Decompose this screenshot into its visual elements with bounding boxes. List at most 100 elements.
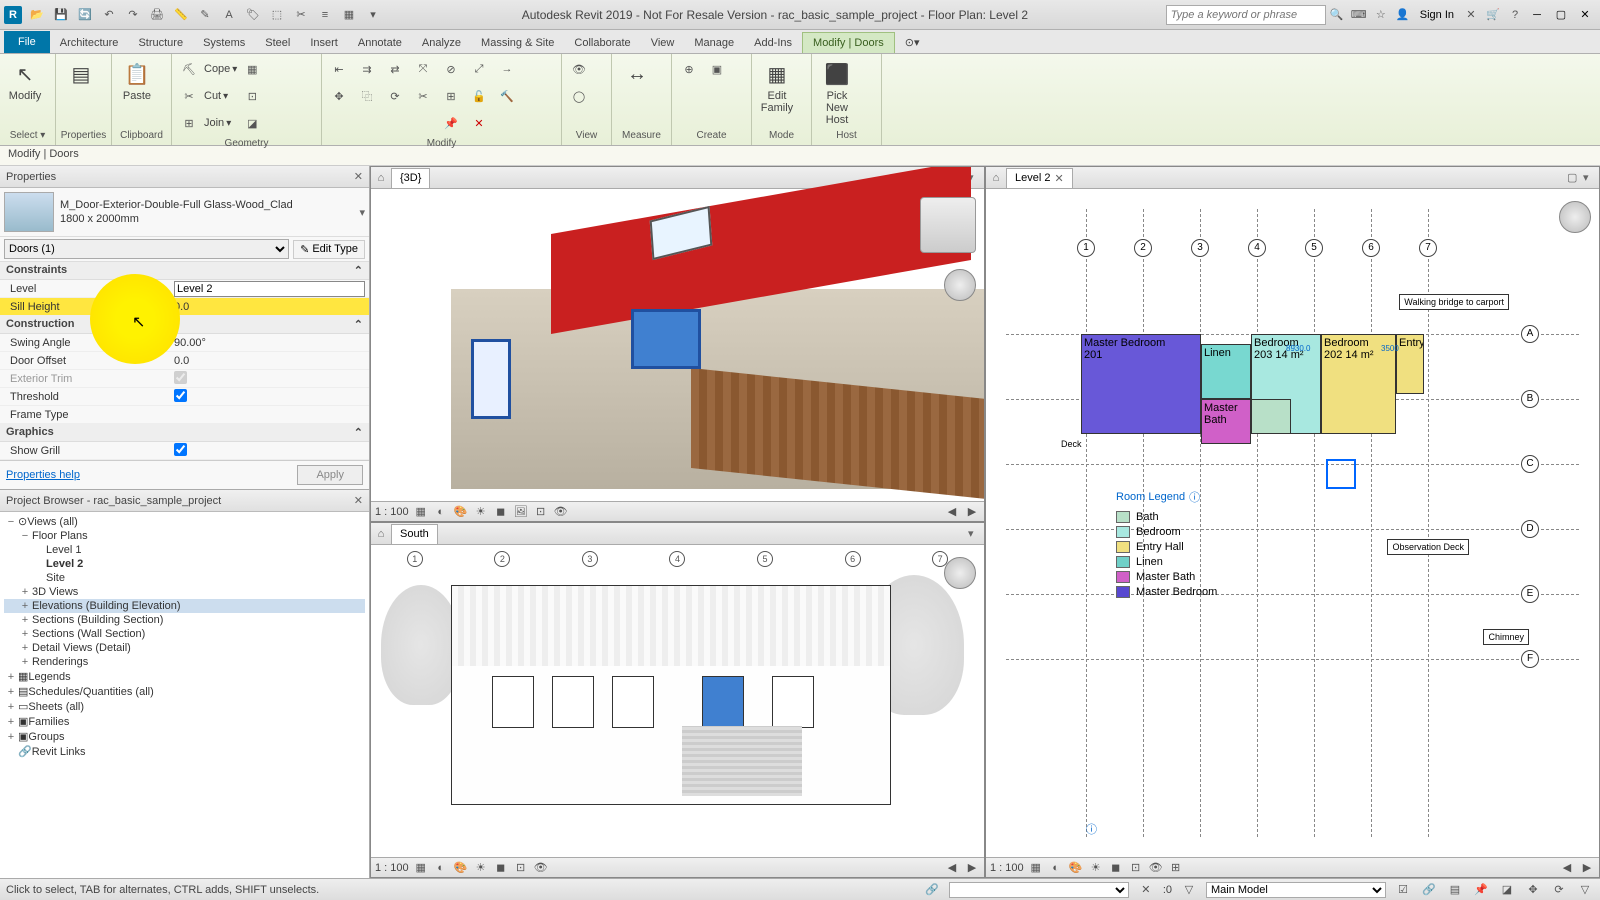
prop-sill-height[interactable]: Sill Height 0.0	[0, 298, 369, 316]
tab-addins[interactable]: Add-Ins	[744, 33, 802, 53]
split-face-icon[interactable]: ◪	[239, 110, 265, 136]
tab-collaborate[interactable]: Collaborate	[564, 33, 640, 53]
tree-families[interactable]: +▣ Families	[4, 714, 365, 729]
tag-icon[interactable]: 🏷	[242, 4, 264, 26]
grill-checkbox[interactable]	[174, 443, 187, 456]
room[interactable]: Linen	[1201, 344, 1251, 399]
cut-button[interactable]: ✂Cut ▾	[176, 83, 237, 109]
vs-visual-icon[interactable]: 🎨	[453, 504, 469, 520]
info-icon[interactable]: ⓘ	[1189, 489, 1200, 505]
selected-door[interactable]	[1326, 459, 1356, 489]
grid-bubble-D[interactable]: D	[1521, 520, 1539, 538]
undo-icon[interactable]: ↶	[98, 4, 120, 26]
vs-render-icon[interactable]: 🖼	[513, 504, 529, 520]
redo-icon[interactable]: ↷	[122, 4, 144, 26]
apply-button[interactable]: Apply	[297, 465, 363, 485]
tree-sections-b[interactable]: +Sections (Building Section)	[4, 613, 365, 627]
unpin-icon[interactable]: 🔓	[466, 83, 492, 109]
vs-hide-icon[interactable]: 👁	[553, 504, 569, 520]
3d-icon[interactable]: ⬚	[266, 4, 288, 26]
minimize-button[interactable]: ─	[1526, 4, 1548, 26]
room[interactable]	[1251, 399, 1291, 434]
type-selector[interactable]: M_Door-Exterior-Double-Full Glass-Wood_C…	[0, 188, 369, 237]
tree-groups[interactable]: +▣ Groups	[4, 729, 365, 744]
sb-select-face-icon[interactable]: ◪	[1498, 881, 1516, 899]
star-icon[interactable]: ☆	[1370, 4, 1392, 26]
grid-bubble-5[interactable]: 5	[1305, 239, 1323, 257]
save-icon[interactable]: 💾	[50, 4, 72, 26]
tab-structure[interactable]: Structure	[128, 33, 193, 53]
tree-detail[interactable]: +Detail Views (Detail)	[4, 641, 365, 655]
mirror-draw-icon[interactable]: ⤧	[410, 56, 436, 82]
scale-south[interactable]: 1 : 100	[375, 862, 409, 874]
prop-grill[interactable]: Show Grill	[0, 442, 369, 460]
rotate-icon[interactable]: ⟳	[382, 83, 408, 109]
edit-family-button[interactable]: ▦Edit Family	[756, 56, 798, 116]
vs-detail-icon[interactable]: ◐	[433, 504, 449, 520]
maximize-view-icon[interactable]: ▾	[1583, 171, 1599, 184]
tree-site[interactable]: Site	[4, 571, 365, 585]
sb-select-pinned-icon[interactable]: 📌	[1472, 881, 1490, 899]
demolish-icon[interactable]: 🔨	[494, 83, 520, 109]
prop-swing[interactable]: Swing Angle90.00°	[0, 334, 369, 352]
design-option-select[interactable]	[949, 882, 1129, 898]
help-icon[interactable]: ?	[1504, 4, 1526, 26]
tab-insert[interactable]: Insert	[300, 33, 348, 53]
browser-close-icon[interactable]: ✕	[354, 494, 363, 507]
array-icon[interactable]: ⊞	[438, 83, 464, 109]
vs-shadow-icon[interactable]: ◼	[493, 504, 509, 520]
cat-constraints[interactable]: Constraints⌃	[0, 262, 369, 280]
tab-manage[interactable]: Manage	[684, 33, 744, 53]
tree-floorplans[interactable]: −Floor Plans	[4, 529, 365, 543]
info-marker-icon[interactable]: ⓘ	[1086, 821, 1097, 837]
keyboard-icon[interactable]: ⌨	[1348, 4, 1370, 26]
vs-crop-icon[interactable]: ⊡	[533, 504, 549, 520]
nav-wheel-icon[interactable]	[944, 269, 976, 301]
sb-drag-icon[interactable]: ✥	[1524, 881, 1542, 899]
room[interactable]: Master Bath	[1201, 399, 1251, 444]
print-icon[interactable]: 🖨	[146, 4, 168, 26]
view-hide-icon[interactable]: 👁	[566, 56, 592, 82]
properties-button[interactable]: ▤	[60, 56, 102, 92]
grid-bubble-2[interactable]: 2	[1134, 239, 1152, 257]
create-group-icon[interactable]: ▣	[704, 56, 730, 82]
prop-level[interactable]: Level	[0, 280, 369, 298]
maximize-view-icon[interactable]: ▾	[968, 527, 984, 540]
beam-join-icon[interactable]: ⊡	[239, 83, 265, 109]
join-button[interactable]: ⊞Join ▾	[176, 110, 237, 136]
mirror-axis-icon[interactable]: ⇄	[382, 56, 408, 82]
sb-icon[interactable]: 🔗	[923, 881, 941, 899]
home-icon[interactable]: ⌂	[371, 528, 391, 540]
cat-construction[interactable]: Construction⌃	[0, 316, 369, 334]
wall-join-icon[interactable]: ▦	[239, 56, 265, 82]
viewcube[interactable]	[920, 197, 976, 253]
close-view-icon[interactable]: ✕	[1054, 172, 1063, 185]
vs-sun-icon[interactable]: ☀	[473, 504, 489, 520]
tree-render[interactable]: +Renderings	[4, 655, 365, 669]
properties-close-icon[interactable]: ✕	[354, 170, 363, 183]
close-button[interactable]: ✕	[1574, 4, 1596, 26]
open-icon[interactable]: 📂	[26, 4, 48, 26]
measure-button[interactable]: ↔	[616, 56, 658, 92]
grid-bubble-1[interactable]: 1	[1077, 239, 1095, 257]
pick-host-button[interactable]: ⬛Pick New Host	[816, 56, 858, 128]
tree-sections-w[interactable]: +Sections (Wall Section)	[4, 627, 365, 641]
measure-icon[interactable]: 📏	[170, 4, 192, 26]
maximize-button[interactable]: ▢	[1550, 4, 1572, 26]
room[interactable]: Master Bedroom201	[1081, 334, 1201, 434]
user-icon[interactable]: 👤	[1392, 4, 1414, 26]
sb-editable-icon[interactable]: ☑	[1394, 881, 1412, 899]
sb-exclude-icon[interactable]: ✕	[1137, 881, 1155, 899]
tab-modify-doors[interactable]: Modify | Doors	[802, 32, 895, 53]
grid-bubble-C[interactable]: C	[1521, 455, 1539, 473]
threshold-checkbox[interactable]	[174, 389, 187, 402]
text-icon[interactable]: A	[218, 4, 240, 26]
sign-in-link[interactable]: Sign In	[1414, 9, 1460, 21]
copy-icon[interactable]: ⿻	[354, 83, 380, 109]
workset-select[interactable]: Main Model	[1206, 882, 1386, 898]
tree-schedules[interactable]: +▤ Schedules/Quantities (all)	[4, 684, 365, 699]
tab-architecture[interactable]: Architecture	[50, 33, 129, 53]
nav-wheel-icon[interactable]	[1559, 201, 1591, 233]
grid-bubble-A[interactable]: A	[1521, 325, 1539, 343]
ribbon-expand-icon[interactable]: ⊙▾	[895, 32, 930, 53]
